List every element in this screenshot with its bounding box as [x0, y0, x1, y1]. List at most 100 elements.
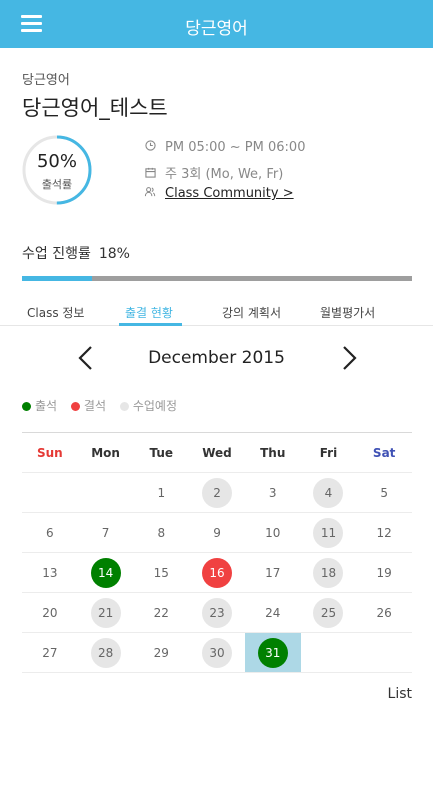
calendar-day-cell[interactable]: 17	[245, 553, 301, 592]
attendance-rate-value: 50%	[36, 151, 77, 172]
calendar-day-number: 6	[46, 525, 54, 540]
attendance-calendar: Sun Mon Tue Wed Thu Fri Sat 1 2 3 4 5 6 7 8 9 10 1…	[22, 432, 412, 673]
legend-scheduled-dot	[119, 402, 129, 411]
course-progress-fill	[22, 276, 93, 281]
course-category: 당근영어	[22, 73, 70, 88]
class-time-text: PM 05:00 ~ PM 06:00	[165, 140, 306, 155]
legend-scheduled-label: 수업예정	[132, 399, 178, 413]
active-tab-indicator	[119, 323, 182, 326]
calendar-day-number: 17	[265, 565, 281, 580]
calendar-day-cell[interactable]: 20	[22, 593, 78, 632]
calendar-icon	[143, 167, 157, 181]
calendar-day-cell[interactable]: 28	[78, 633, 134, 672]
course-progress-value: 18%	[98, 246, 130, 262]
calendar-day-number: 21	[90, 597, 121, 628]
calendar-day-cell[interactable]: 8	[133, 513, 189, 552]
calendar-week-row: 6 7 8 9 10 11 12	[22, 513, 412, 553]
calendar-day-cell[interactable]: 3	[245, 473, 301, 512]
class-schedule-row: 주 3회 (Mo, We, Fr)	[143, 163, 284, 182]
calendar-day-cell[interactable]: 15	[133, 553, 189, 592]
calendar-day-number: 2	[202, 477, 233, 508]
tab-syllabus[interactable]: 강의 계획서	[222, 304, 281, 321]
calendar-day-cell[interactable]: 10	[245, 513, 301, 552]
calendar-day-cell[interactable]: 14	[78, 553, 134, 592]
calendar-day-number: 10	[265, 525, 281, 540]
weekday-thu: Thu	[260, 446, 286, 460]
calendar-day-number: 13	[42, 565, 58, 580]
class-time-row: PM 05:00 ~ PM 06:00	[143, 140, 305, 158]
calendar-day-cell[interactable]: 19	[356, 553, 412, 592]
calendar-day-cell[interactable]: 11	[301, 513, 357, 552]
app-title: 당근영어	[185, 19, 248, 39]
class-schedule-text: 주 3회 (Mo, We, Fr)	[165, 167, 284, 182]
calendar-day-cell[interactable]: 18	[301, 553, 357, 592]
calendar-day-number: 9	[213, 525, 221, 540]
calendar-day-cell[interactable]: 1	[133, 473, 189, 512]
calendar-day-cell[interactable]: 25	[301, 593, 357, 632]
legend-scheduled: 수업예정	[119, 397, 178, 414]
calendar-day-number: 8	[157, 525, 166, 540]
tab-attendance[interactable]: 출결 현황	[125, 304, 173, 321]
legend-present: 출석	[22, 397, 57, 414]
calendar-empty-cell	[22, 473, 78, 512]
calendar-day-number: 15	[153, 565, 169, 580]
calendar-week-row: 20 21 22 23 24 25 26	[22, 593, 412, 633]
calendar-day-cell[interactable]: 5	[356, 473, 412, 512]
calendar-day-number: 11	[313, 517, 344, 548]
calendar-day-cell[interactable]: 16	[189, 553, 245, 592]
weekday-wed: Wed	[202, 446, 232, 460]
calendar-day-number: 1	[157, 485, 166, 500]
attendance-rate-label: 출석률	[41, 178, 73, 191]
course-progress-bar	[22, 276, 412, 281]
weekday-fri: Fri	[319, 446, 338, 460]
calendar-empty-cell	[78, 473, 134, 512]
calendar-day-cell[interactable]: 29	[133, 633, 189, 672]
calendar-day-cell[interactable]: 24	[245, 593, 301, 632]
calendar-day-cell[interactable]: 6	[22, 513, 78, 552]
calendar-day-number: 7	[101, 525, 110, 540]
calendar-day-number: 30	[202, 637, 233, 668]
calendar-day-number: 24	[265, 605, 281, 620]
calendar-day-cell[interactable]: 26	[356, 593, 412, 632]
course-title: 당근영어_테스트	[22, 96, 168, 120]
calendar-day-cell[interactable]: 7	[78, 513, 134, 552]
calendar-empty-cell	[301, 633, 357, 672]
list-button[interactable]: List	[388, 686, 412, 702]
people-icon	[143, 186, 157, 200]
calendar-day-number: 12	[376, 525, 392, 540]
calendar-day-cell[interactable]: 23	[189, 593, 245, 632]
calendar-day-number: 31	[257, 637, 288, 668]
tab-monthly-evaluation[interactable]: 월별평가서	[320, 304, 375, 321]
calendar-weekday-header: Sun Mon Tue Wed Thu Fri Sat	[22, 433, 412, 473]
chevron-right-icon[interactable]	[339, 345, 359, 371]
calendar-day-cell[interactable]: 31	[244, 633, 301, 672]
calendar-day-number: 26	[376, 605, 392, 620]
calendar-day-cell[interactable]: 13	[22, 553, 78, 592]
calendar-day-number: 20	[42, 605, 58, 620]
calendar-day-cell[interactable]: 21	[78, 593, 134, 632]
weekday-sun: Sun	[36, 446, 63, 460]
calendar-day-number: 16	[202, 557, 233, 588]
calendar-day-cell[interactable]: 30	[189, 633, 245, 672]
calendar-day-number: 22	[153, 605, 169, 620]
calendar-day-cell[interactable]: 12	[356, 513, 412, 552]
calendar-day-number: 4	[313, 477, 344, 508]
calendar-empty-cell	[356, 633, 412, 672]
class-community-link[interactable]: Class Community >	[165, 186, 294, 201]
calendar-day-cell[interactable]: 2	[189, 473, 245, 512]
weekday-mon: Mon	[91, 446, 120, 460]
calendar-day-number: 14	[90, 557, 121, 588]
tab-bar: Class 정보 출결 현황 강의 계획서 월별평가서	[0, 300, 433, 326]
clock-icon	[143, 140, 157, 154]
calendar-day-number: 27	[42, 645, 58, 660]
calendar-day-cell[interactable]: 27	[22, 633, 78, 672]
legend-absent: 결석	[70, 397, 106, 414]
calendar-month-label: December 2015	[148, 348, 285, 368]
legend-present-dot	[22, 402, 31, 411]
weekday-tue: Tue	[149, 446, 174, 460]
legend-absent-dot	[70, 402, 80, 411]
calendar-day-cell[interactable]: 22	[133, 593, 189, 632]
calendar-day-cell[interactable]: 4	[301, 473, 357, 512]
calendar-day-cell[interactable]: 9	[189, 513, 245, 552]
tab-class-info[interactable]: Class 정보	[27, 304, 84, 321]
